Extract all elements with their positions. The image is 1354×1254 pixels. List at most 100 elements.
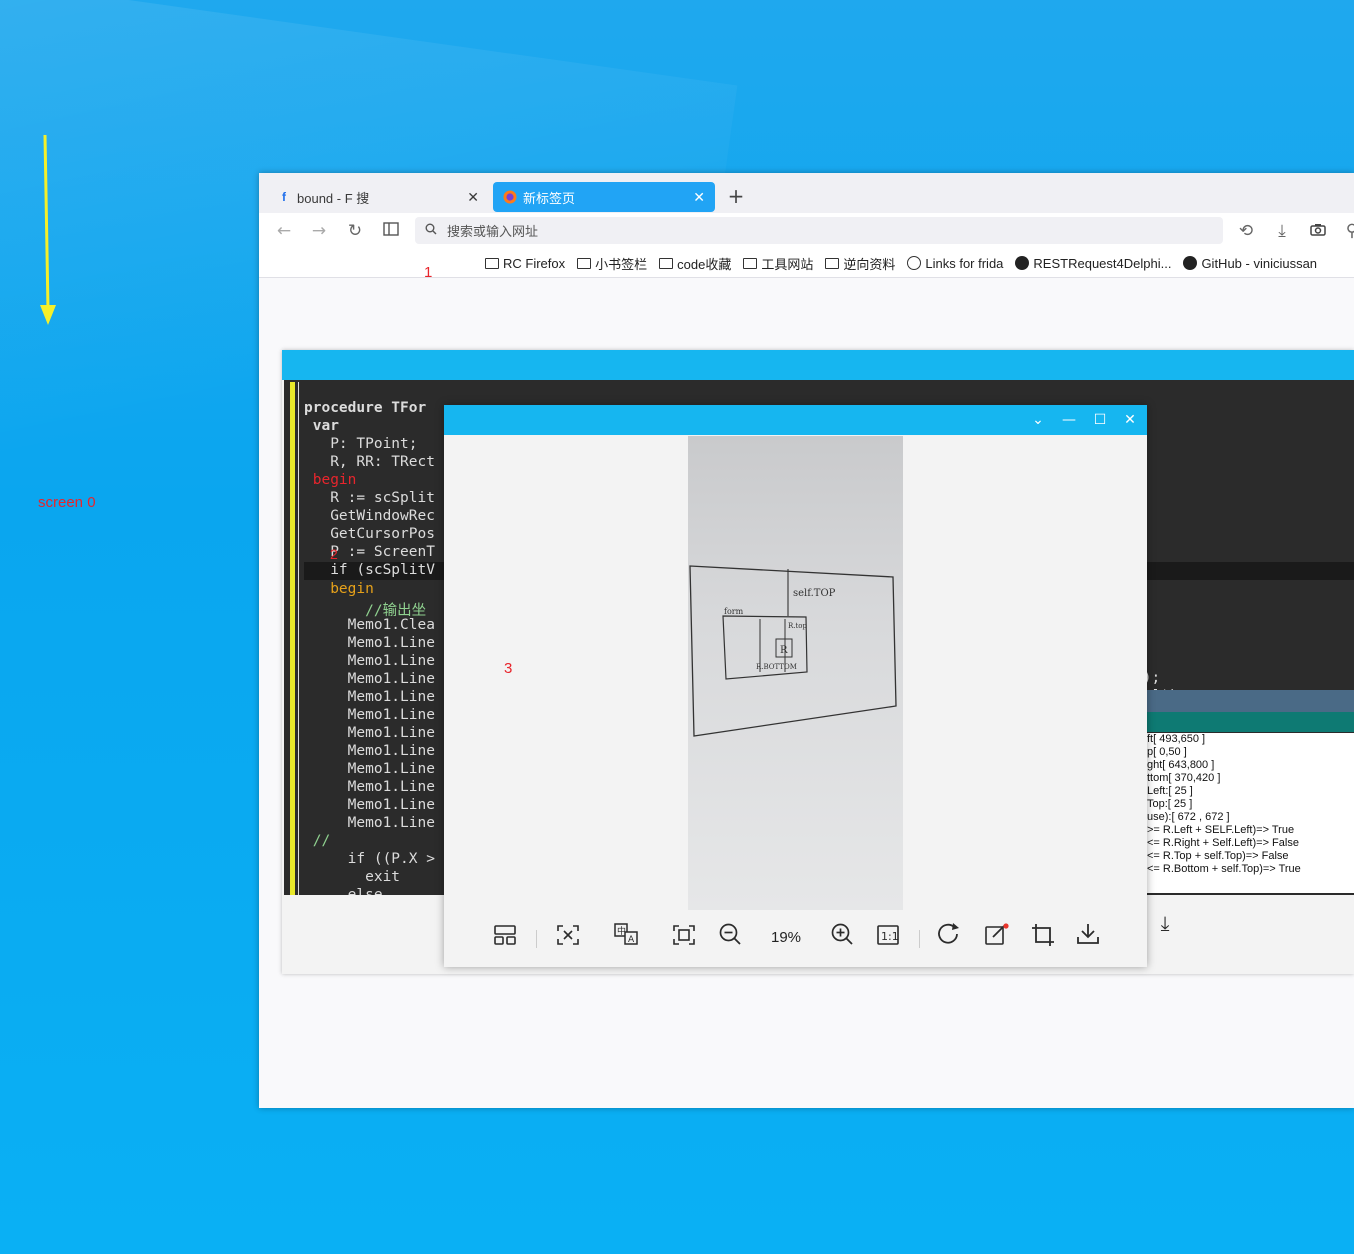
memo-output: ft[ 493,650 ] p[ 0,50 ] ght[ 643,800 ] ttom… <box>1147 733 1354 893</box>
bookmark-frida[interactable]: Links for frida <box>907 256 1003 271</box>
svg-text:1:1: 1:1 <box>881 930 899 943</box>
code-line: exit <box>304 869 401 886</box>
sidebar-icon[interactable] <box>380 220 402 242</box>
fullscreen-icon[interactable] <box>669 923 699 953</box>
memo-line: ft[ 493,650 ] <box>1147 733 1206 745</box>
close-icon[interactable]: ✕ <box>693 189 705 206</box>
memo-header <box>1147 712 1354 732</box>
memo-line: <= R.Top + self.Top)=> False <box>1147 850 1289 862</box>
bookmark-label: 逆向资料 <box>843 256 896 272</box>
code-line: GetWindowRec <box>304 508 435 525</box>
code-line: if ((P.X > <box>304 851 435 868</box>
globe-icon <box>907 256 922 270</box>
memo-line: p[ 0,50 ] <box>1147 746 1187 758</box>
url-placeholder: 搜索或输入网址 <box>447 224 539 239</box>
code-line: Memo1.Line <box>304 761 435 777</box>
bookmark-label: 小书签栏 <box>595 256 648 272</box>
folder-icon <box>485 257 499 269</box>
folder-icon <box>659 257 674 269</box>
folder-icon <box>577 257 592 269</box>
crop-icon[interactable] <box>1028 923 1058 953</box>
gutter-line <box>298 382 299 895</box>
bookmark-code[interactable]: code收藏 <box>659 254 731 273</box>
bookmark-label: 工具网站 <box>761 256 814 272</box>
firefox-icon <box>503 190 517 204</box>
code-line: procedure TFor <box>304 400 427 416</box>
new-tab-button[interactable]: + <box>725 183 747 209</box>
github-icon <box>1183 256 1198 270</box>
reload-icon[interactable]: ↻ <box>344 220 366 242</box>
code-line: if (scSplitV <box>304 562 435 579</box>
bookmark-github[interactable]: GitHub - viniciussan <box>1183 256 1317 271</box>
memo-line: >= R.Left + SELF.Left)=> True <box>1147 824 1295 836</box>
bookmark-label: code收藏 <box>677 256 732 272</box>
bookmark-restrequest[interactable]: RESTRequest4Delphi... <box>1015 256 1171 271</box>
code-line: Memo1.Line <box>304 724 435 741</box>
url-bar[interactable]: 搜索或输入网址 <box>415 217 1223 244</box>
tab-title: 新标签页 <box>523 190 576 206</box>
memo-line: <= R.Bottom + self.Top)=> True <box>1147 863 1301 875</box>
extension-icon[interactable]: ⚲ <box>1341 220 1354 242</box>
memo-line: <= R.Right + Self.Left)=> False <box>1147 837 1299 849</box>
close-icon[interactable]: ✕ <box>1120 410 1140 430</box>
zoom-in-icon[interactable] <box>827 923 857 953</box>
f-search-icon: f <box>282 190 286 204</box>
back-viewer-titlebar <box>282 350 1354 380</box>
code-line: Memo1.Line <box>304 652 435 669</box>
search-icon <box>425 223 437 238</box>
bookmark-rc-firefox[interactable]: RC Firefox <box>485 256 565 271</box>
translate-icon[interactable]: 中A <box>611 923 641 953</box>
tab-title: bound - F 搜 <box>297 190 370 206</box>
download-icon[interactable] <box>1073 923 1103 953</box>
bookmark-xiaoshuqian[interactable]: 小书签栏 <box>577 254 647 273</box>
code-line: Memo1.Clea <box>304 616 435 633</box>
forward-icon[interactable]: → <box>308 220 330 242</box>
photo-note: R <box>780 645 788 656</box>
download-icon[interactable]: ⤓ <box>1271 220 1293 242</box>
photo-note: self.TOP <box>793 588 836 599</box>
sketch-drawing: self.TOP form R.top R R.BOTTOM <box>689 565 897 737</box>
code-line: R := scSplit <box>304 490 435 507</box>
sketch-photo: self.TOP form R.top R R.BOTTOM <box>688 436 903 910</box>
back-icon[interactable]: ← <box>273 220 295 242</box>
close-icon[interactable]: ✕ <box>467 189 479 206</box>
fit-icon[interactable] <box>553 923 583 953</box>
screenshot-icon[interactable] <box>1307 220 1329 242</box>
code-line: var <box>304 418 339 435</box>
memo-line: Left:[ 25 ] <box>1147 785 1193 797</box>
marker-2: 2 <box>330 546 338 562</box>
bookmark-label: GitHub - viniciussan <box>1201 255 1318 271</box>
marker-3: 3 <box>504 660 513 677</box>
rotate-icon[interactable] <box>935 923 965 953</box>
minimize-icon[interactable]: — <box>1059 410 1079 430</box>
bookmark-reverse[interactable]: 逆向资料 <box>825 254 895 273</box>
code-line: Memo1.Line <box>304 688 435 705</box>
yellow-arrow-annotation <box>40 134 56 325</box>
zoom-level: 19% <box>770 929 802 946</box>
toolbar-separator <box>536 930 537 948</box>
code-line: Memo1.Line <box>304 706 435 723</box>
code-line: Memo1.Line <box>304 634 435 651</box>
viewer-toolbar: 中A 19% 1:1 <box>444 910 1147 967</box>
code-line: GetCursorPos <box>304 526 435 543</box>
navigation-bar: ← → ↻ 搜索或输入网址 ⟲ ⤓ ⚲ <box>259 213 1354 249</box>
sync-icon[interactable]: ⟲ <box>1235 220 1257 242</box>
zoom-out-icon[interactable] <box>715 923 745 953</box>
code-line: // <box>304 833 331 850</box>
tab-bound[interactable]: f bound - F 搜 ✕ <box>267 182 489 212</box>
code-line: Memo1.Line <box>304 779 435 796</box>
code-line: Memo1.Line <box>304 742 435 759</box>
maximize-icon[interactable]: ☐ <box>1090 410 1110 430</box>
edit-icon[interactable] <box>982 923 1012 953</box>
code-line: Memo1.Line <box>304 797 435 814</box>
tab-new[interactable]: 新标签页 ✕ <box>493 182 715 212</box>
memo-line: Top:[ 25 ] <box>1147 798 1193 810</box>
gallery-icon[interactable] <box>490 923 520 953</box>
chevron-down-icon[interactable]: ⌄ <box>1028 410 1048 430</box>
download-icon[interactable]: ⤓ <box>1150 908 1180 938</box>
actual-size-icon[interactable]: 1:1 <box>873 923 903 953</box>
svg-text:A: A <box>628 935 635 945</box>
bookmark-tools[interactable]: 工具网站 <box>743 254 813 273</box>
change-gutter <box>290 382 295 895</box>
tab-bar: f bound - F 搜 ✕ 新标签页 ✕ + <box>259 173 1354 213</box>
